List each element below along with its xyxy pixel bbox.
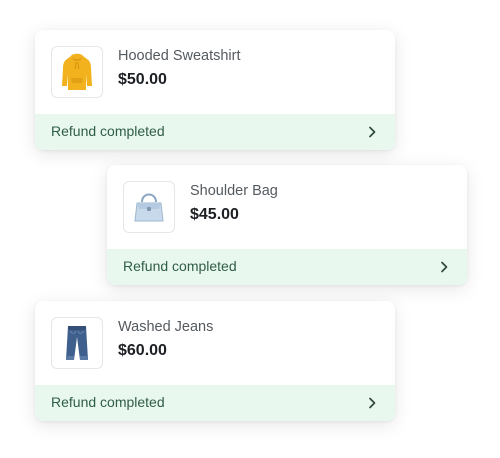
product-price: $50.00 xyxy=(118,71,167,88)
order-card: Washed Jeans $60.00 Refund completed xyxy=(35,301,395,421)
chevron-right-icon xyxy=(441,261,448,273)
product-thumbnail xyxy=(123,181,175,233)
order-card: Hooded Sweatshirt $50.00 Refund complete… xyxy=(35,30,395,150)
chevron-right-icon xyxy=(369,126,376,138)
refund-status-label: Refund completed xyxy=(123,258,237,274)
product-thumbnail xyxy=(51,46,103,98)
product-name: Shoulder Bag xyxy=(190,183,278,199)
product-name: Washed Jeans xyxy=(118,319,214,335)
jeans-icon xyxy=(66,326,88,360)
hoodie-icon xyxy=(62,53,92,90)
product-price: $45.00 xyxy=(190,206,239,223)
refund-status-label: Refund completed xyxy=(51,123,165,139)
product-name: Hooded Sweatshirt xyxy=(118,48,241,64)
product-row: Hooded Sweatshirt $50.00 xyxy=(35,30,395,114)
refund-status-label: Refund completed xyxy=(51,394,165,410)
product-price: $60.00 xyxy=(118,342,167,359)
refund-status-row[interactable]: Refund completed xyxy=(35,114,395,150)
handbag-icon xyxy=(134,193,164,222)
order-card: Shoulder Bag $45.00 Refund completed xyxy=(107,165,467,285)
chevron-right-icon xyxy=(369,397,376,409)
refund-status-row[interactable]: Refund completed xyxy=(107,249,467,285)
refund-orders-stage: Hooded Sweatshirt $50.00 Refund complete… xyxy=(0,0,500,458)
product-row: Washed Jeans $60.00 xyxy=(35,301,395,385)
product-row: Shoulder Bag $45.00 xyxy=(107,165,467,249)
refund-status-row[interactable]: Refund completed xyxy=(35,385,395,421)
product-thumbnail xyxy=(51,317,103,369)
